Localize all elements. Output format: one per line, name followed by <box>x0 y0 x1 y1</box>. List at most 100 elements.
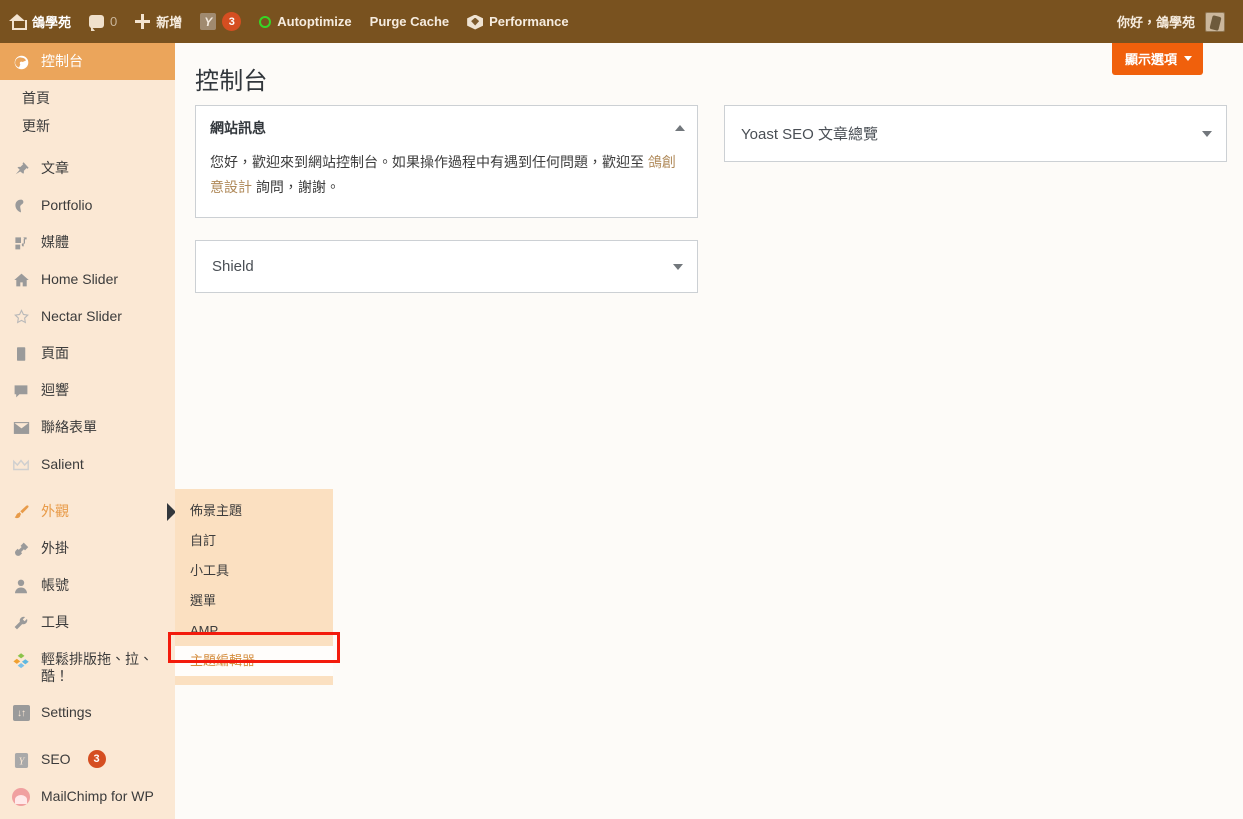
sidebar-item-label: Nectar Slider <box>41 308 122 324</box>
dashboard-icon <box>11 53 31 71</box>
postbox-body: 您好，歡迎來到網站控制台。如果操作過程中有遇到任何問題，歡迎至 鴿創意設計 詢問… <box>196 150 697 217</box>
appearance-submenu: 佈景主題 自訂 小工具 選單 AMP 主題編輯器 <box>175 489 333 685</box>
postbox-title: Shield <box>212 258 254 275</box>
postbox-header[interactable]: Yoast SEO 文章總覽 <box>725 106 1226 161</box>
postbox-header[interactable]: Shield <box>196 241 697 292</box>
cube-icon <box>467 14 483 30</box>
admin-sidebar-menu: 控制台 首頁 更新 文章 Portfolio 媒體 Home Slider Ne… <box>0 43 175 819</box>
sidebar-item-users[interactable]: 帳號 <box>0 567 175 604</box>
sidebar-item-settings[interactable]: ↓↑ Settings <box>0 694 175 731</box>
submenu-item-menus[interactable]: 選單 <box>175 586 333 616</box>
autoptimize-label: Autoptimize <box>277 14 352 29</box>
welcome-text-prefix: 您好，歡迎來到網站控制台。如果操作過程中有遇到任何問題，歡迎至 <box>210 154 648 170</box>
sidebar-item-label: Salient <box>41 456 84 472</box>
brush-icon <box>11 503 31 521</box>
sidebar-item-mailchimp[interactable]: MailChimp for WP <box>0 778 175 815</box>
sidebar-item-tools[interactable]: 工具 <box>0 604 175 641</box>
new-content-label: 新增 <box>156 15 183 30</box>
sidebar-item-label: 迴響 <box>41 382 69 398</box>
sidebar-subitem-home[interactable]: 首頁 <box>0 80 175 112</box>
sidebar-item-label: 外掛 <box>41 540 69 556</box>
welcome-text-suffix: 詢問，謝謝。 <box>252 178 340 195</box>
howdy-label: 你好，鴿學苑 <box>1116 15 1195 30</box>
comment-bubble-icon <box>89 15 105 31</box>
envelope-icon <box>11 419 31 437</box>
home-icon <box>9 14 27 30</box>
media-icon <box>11 234 31 252</box>
yoast-icon: Y <box>200 13 217 30</box>
admin-bar-yoast[interactable]: Y 3 <box>191 0 250 43</box>
sidebar-subitem-updates[interactable]: 更新 <box>0 112 175 140</box>
sidebar-item-label: Portfolio <box>41 197 93 213</box>
sidebar-item-label: MailChimp for WP <box>41 788 154 804</box>
user-icon <box>11 577 31 595</box>
admin-bar-purge-cache[interactable]: Purge Cache <box>361 0 458 43</box>
sidebar-item-portfolio[interactable]: Portfolio <box>0 187 175 224</box>
sidebar-item-comments[interactable]: 迴響 <box>0 372 175 409</box>
sidebar-item-label: 媒體 <box>41 234 69 250</box>
sidebar-item-label: SEO <box>41 751 71 767</box>
sidebar-item-posts[interactable]: 文章 <box>0 150 175 187</box>
chevron-down-icon[interactable] <box>673 263 683 270</box>
postbox-yoast-seo-overview: Yoast SEO 文章總覽 <box>724 105 1227 162</box>
sidebar-separator <box>0 140 175 150</box>
postbox-shield: Shield <box>195 240 698 293</box>
mailchimp-icon <box>11 788 31 806</box>
pages-icon <box>11 345 31 363</box>
dashboard-columns: 網站訊息 您好，歡迎來到網站控制台。如果操作過程中有遇到任何問題，歡迎至 鴿創意… <box>195 105 1235 315</box>
avatar <box>1205 11 1225 32</box>
page-title: 控制台 <box>195 68 268 95</box>
sidebar-item-contact-form[interactable]: 聯絡表單 <box>0 409 175 446</box>
sidebar-item-nectar-slider[interactable]: Nectar Slider <box>0 298 175 335</box>
autoptimize-ring-icon <box>259 15 272 28</box>
admin-bar-comments[interactable]: 0 <box>80 0 126 43</box>
sidebar-item-seo[interactable]: Y SEO 3 <box>0 741 175 778</box>
chevron-down-icon[interactable] <box>1202 130 1212 137</box>
yoast-issue-badge: 3 <box>222 12 242 31</box>
chevron-down-icon <box>1184 56 1192 61</box>
sidebar-item-label: 頁面 <box>41 345 69 361</box>
yoast-icon: Y <box>11 751 31 769</box>
crown-icon <box>11 456 31 474</box>
sidebar-item-media[interactable]: 媒體 <box>0 224 175 261</box>
sidebar-item-label: 聯絡表單 <box>41 419 97 435</box>
builder-icon <box>11 651 31 669</box>
submenu-item-theme-editor[interactable]: 主題編輯器 <box>175 646 333 676</box>
screen-meta: 顯示選項 <box>1111 43 1203 75</box>
sidebar-item-amp[interactable]: ⚡ AMP <box>0 815 175 819</box>
comment-icon <box>11 382 31 400</box>
sidebar-item-label: Settings <box>41 704 92 720</box>
postbox-header[interactable]: 網站訊息 <box>196 106 697 150</box>
sidebar-item-page-builder[interactable]: 輕鬆排版拖、拉、酷！ <box>0 641 175 694</box>
sidebar-item-plugins[interactable]: 外掛 <box>0 530 175 567</box>
submenu-item-customize[interactable]: 自訂 <box>175 526 333 556</box>
admin-bar-my-account[interactable]: 你好，鴿學苑 <box>1108 0 1243 43</box>
submenu-item-widgets[interactable]: 小工具 <box>175 556 333 586</box>
sidebar-item-home-slider[interactable]: Home Slider <box>0 261 175 298</box>
admin-bar-new-content[interactable]: 新增 <box>126 0 191 43</box>
sidebar-item-appearance[interactable]: 外觀 <box>0 493 175 530</box>
admin-bar-performance[interactable]: Performance <box>458 0 577 43</box>
submenu-item-themes[interactable]: 佈景主題 <box>175 496 333 526</box>
seo-badge: 3 <box>87 750 106 768</box>
star-icon <box>11 308 31 326</box>
sidebar-item-label: 外觀 <box>41 503 69 519</box>
sidebar-item-label: 文章 <box>41 160 69 176</box>
performance-label: Performance <box>489 14 569 29</box>
sidebar-item-pages[interactable]: 頁面 <box>0 335 175 372</box>
sidebar-item-label: Home Slider <box>41 271 119 287</box>
dashboard-column-left: 網站訊息 您好，歡迎來到網站控制台。如果操作過程中有遇到任何問題，歡迎至 鴿創意… <box>195 105 698 315</box>
sidebar-item-salient[interactable]: Salient <box>0 446 175 483</box>
submenu-item-amp[interactable]: AMP <box>175 616 333 646</box>
chevron-up-icon[interactable] <box>675 125 685 131</box>
postbox-site-message: 網站訊息 您好，歡迎來到網站控制台。如果操作過程中有遇到任何問題，歡迎至 鴿創意… <box>195 105 698 218</box>
sidebar-item-label: 控制台 <box>41 53 83 69</box>
sidebar-item-dashboard[interactable]: 控制台 <box>0 43 175 80</box>
postbox-title: Yoast SEO 文章總覽 <box>741 126 878 143</box>
admin-bar-autoptimize[interactable]: Autoptimize <box>250 0 360 43</box>
screen-options-button[interactable]: 顯示選項 <box>1111 43 1203 75</box>
admin-bar: 鴿學苑 0 新增 Y 3 Autoptimize Purge Cache Per… <box>0 0 1243 43</box>
admin-bar-site-name[interactable]: 鴿學苑 <box>0 0 80 43</box>
comments-count: 0 <box>110 14 118 29</box>
wrench-icon <box>11 614 31 632</box>
